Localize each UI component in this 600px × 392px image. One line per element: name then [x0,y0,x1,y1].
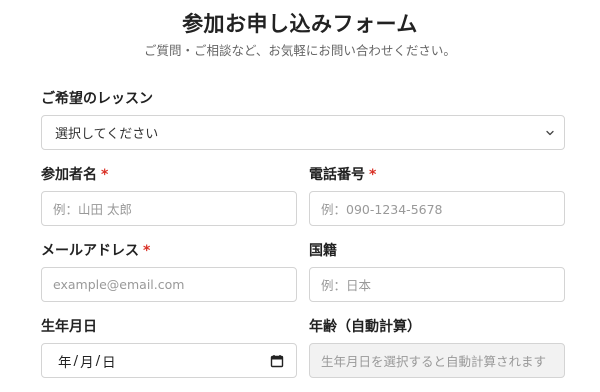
required-mark: * [369,167,377,183]
name-label-text: 参加者名 [41,167,97,183]
lesson-select[interactable]: 選択してください [41,115,565,150]
lesson-label: ご希望のレッスン [41,91,153,107]
nationality-placeholder: 例：日本 [321,278,372,293]
calendar-icon[interactable] [270,354,284,368]
required-mark: * [101,167,109,183]
date-month: 月 [80,354,94,371]
age-placeholder: 生年月日を選択すると自動計算されます [321,354,547,369]
name-placeholder: 例：山田 太郎 [53,202,132,217]
name-input[interactable]: 例：山田 太郎 [41,191,297,226]
age-output: 生年月日を選択すると自動計算されます [309,343,565,378]
date-separator: / [95,352,101,369]
age-label: 年齢（自動計算） [309,319,421,335]
form-subtitle: ご質問・ご相談など、お気軽にお問い合わせください。 [144,43,456,58]
chevron-down-icon [546,130,554,136]
date-separator: / [73,352,79,369]
email-placeholder: example@email.com [53,277,185,292]
birthdate-input[interactable]: 年 / 月 / 日 [41,343,297,378]
birthdate-label: 生年月日 [41,319,97,335]
phone-label-text: 電話番号 [309,167,365,183]
email-label: メールアドレス * [41,241,150,261]
email-input[interactable]: example@email.com [41,267,297,302]
date-day: 日 [102,354,116,371]
lesson-select-value: 選択してください [55,127,159,142]
date-year: 年 [58,354,72,371]
nationality-input[interactable]: 例：日本 [309,267,565,302]
name-label: 参加者名 * [41,165,108,185]
phone-placeholder: 例：090-1234-5678 [321,202,443,217]
form-title: 参加お申し込みフォーム [182,12,418,36]
email-label-text: メールアドレス [41,243,139,259]
phone-label: 電話番号 * [309,165,376,185]
phone-input[interactable]: 例：090-1234-5678 [309,191,565,226]
nationality-label: 国籍 [309,243,337,259]
required-mark: * [143,243,151,259]
